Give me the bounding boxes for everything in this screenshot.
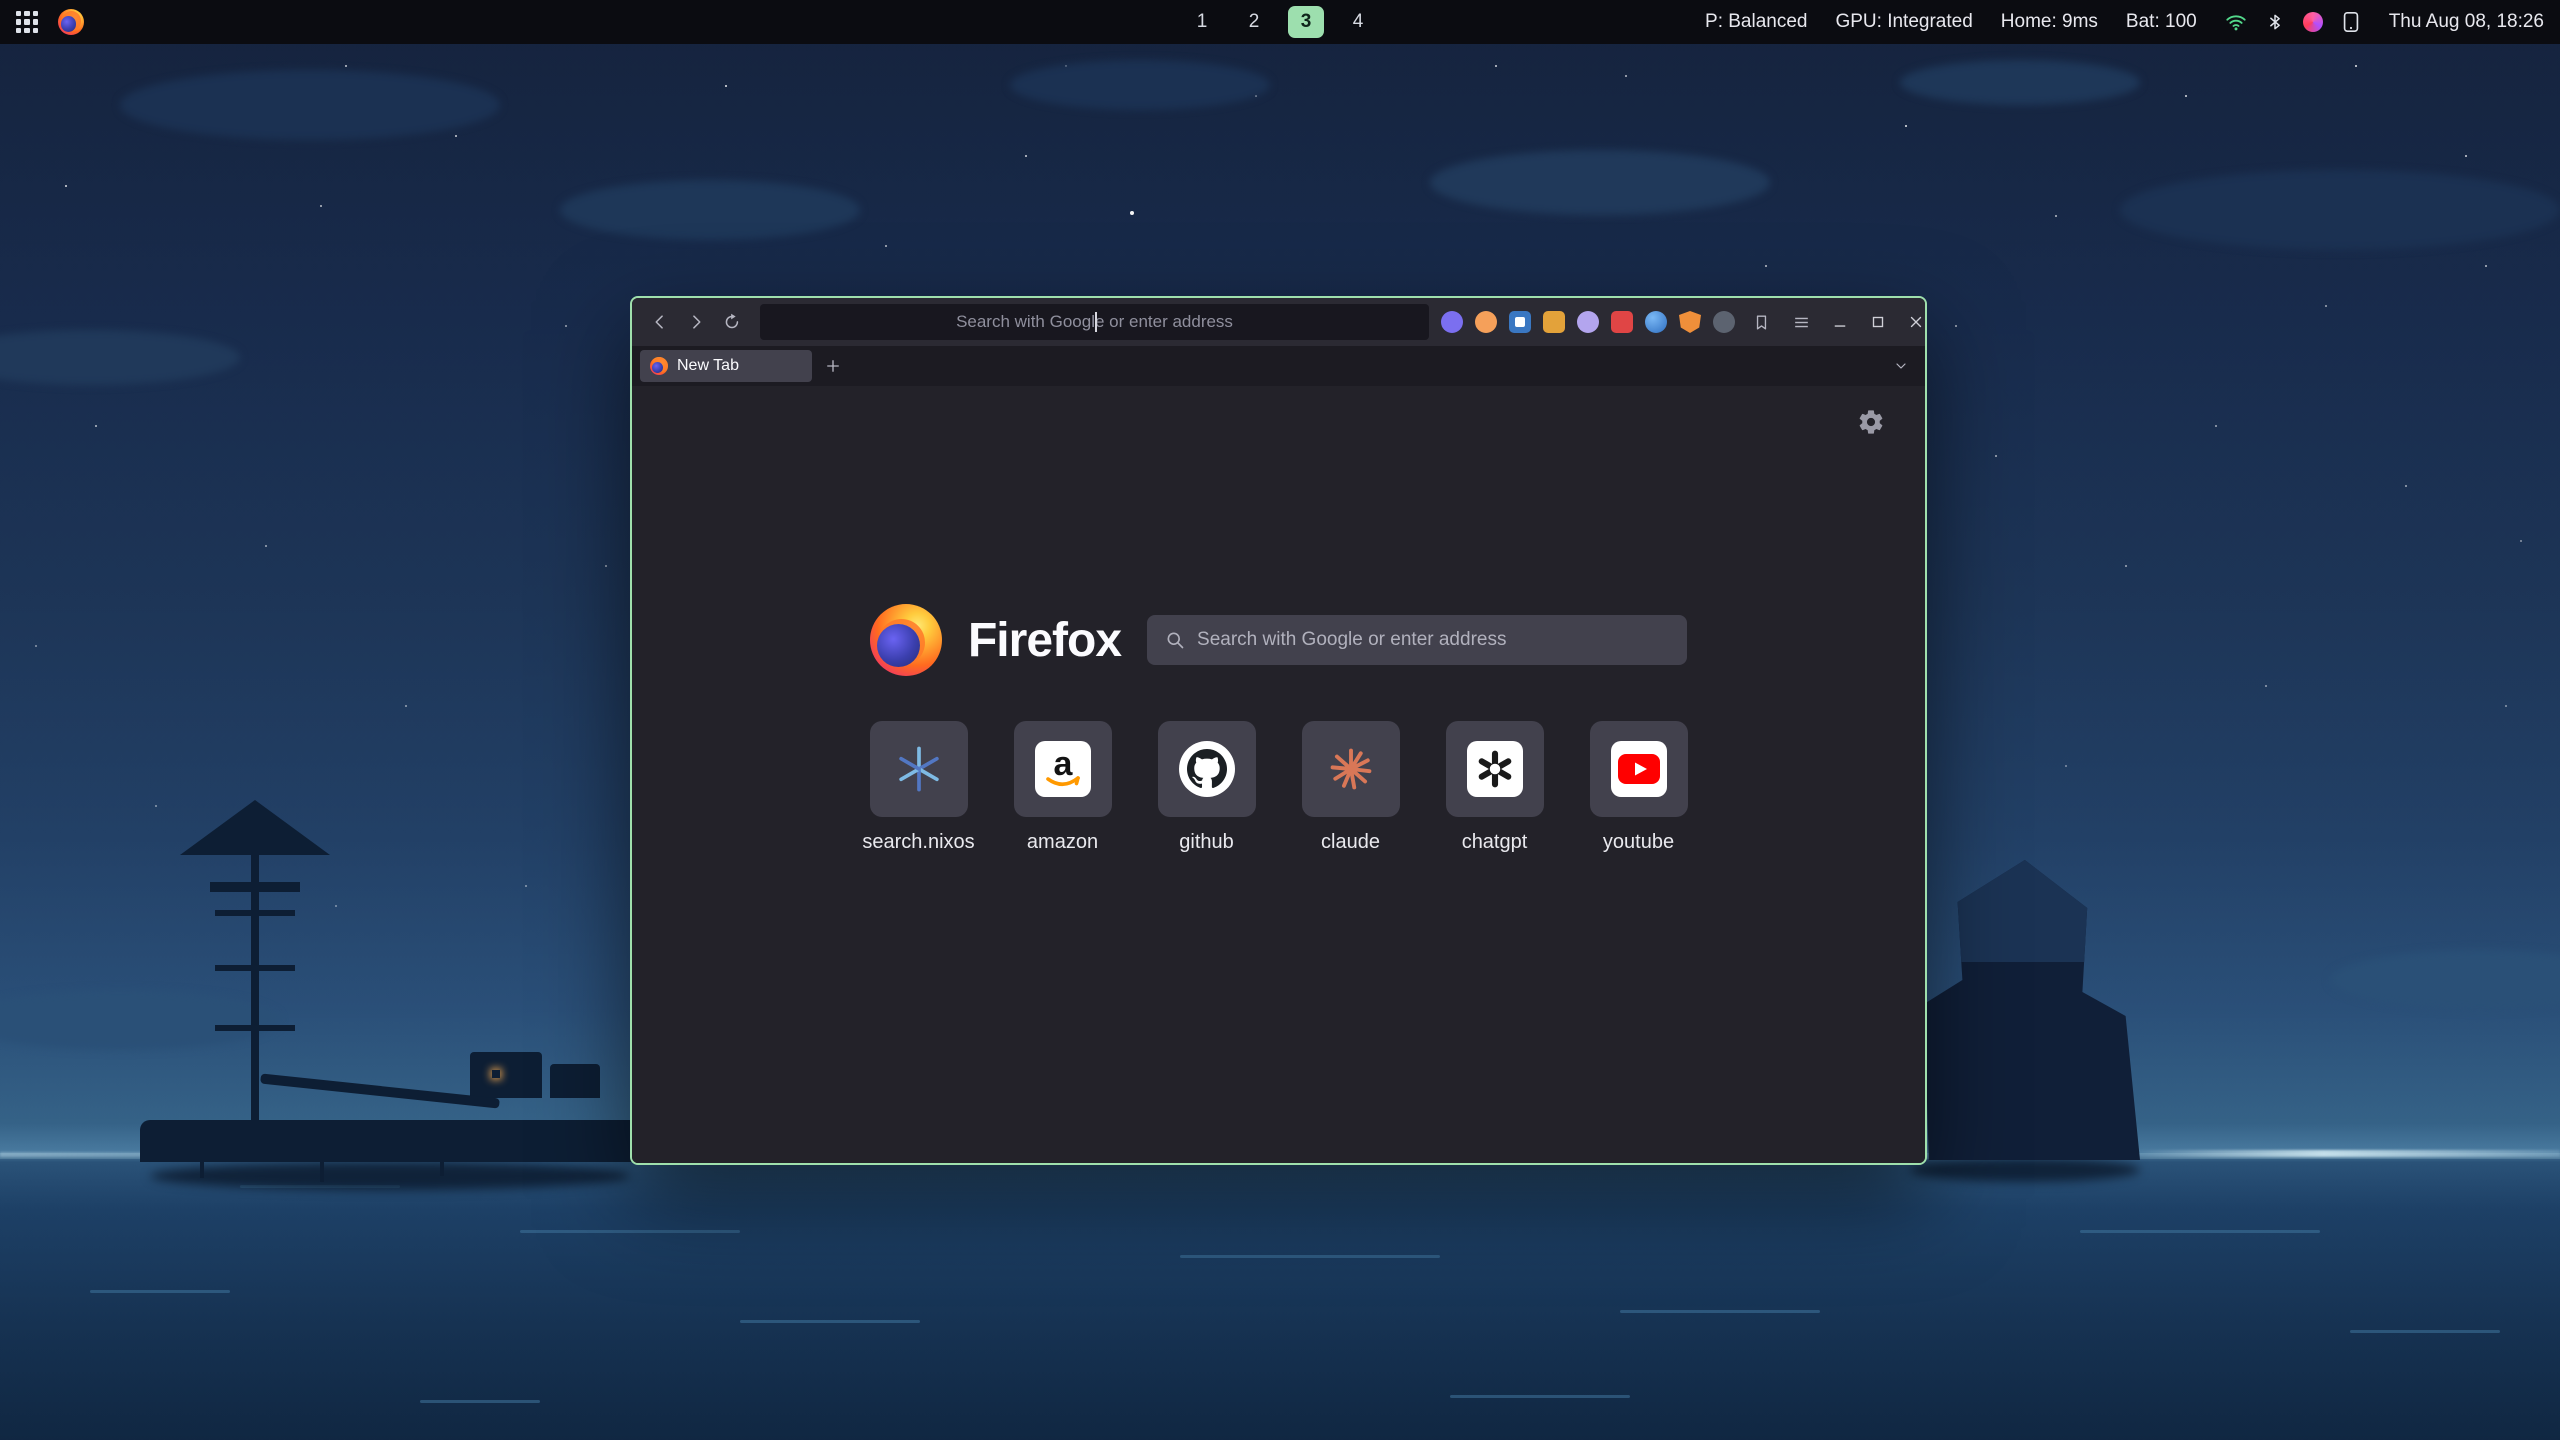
shortcut-amazon[interactable]: a amazon [1014,721,1112,854]
shortcut-label: amazon [1027,831,1098,854]
battery-status: Bat: 100 [2126,11,2197,33]
clock: Thu Aug 08, 18:26 [2389,11,2544,33]
firefox-wordmark: Firefox [968,613,1121,668]
tab-label: New Tab [677,357,739,375]
extensions-area [1441,308,1815,336]
claude-icon [1325,743,1377,795]
wallpaper-cloud [2330,950,2560,1010]
extension-icon-9[interactable] [1713,311,1735,333]
firefox-favicon [650,357,668,375]
tab-new-tab[interactable]: New Tab [640,350,812,382]
wallpaper-sea-streak [740,1320,920,1323]
tab-bar: New Tab [632,346,1925,386]
forward-icon[interactable] [680,306,712,338]
wallpaper-sea-streak [90,1290,230,1293]
wallpaper-cloud [1900,60,2140,105]
extension-icon-4[interactable] [1543,311,1565,333]
wallpaper-cloud [1010,60,1270,110]
list-all-tabs-icon[interactable] [1889,354,1913,378]
shortcut-github[interactable]: github [1158,721,1256,854]
close-icon[interactable] [1903,309,1927,335]
search-icon [1165,630,1185,650]
newtab-search-bar[interactable] [1147,615,1687,665]
wallpaper-sea-streak [420,1400,540,1403]
status-bar: 1 2 3 4 P: Balanced GPU: Integrated Home… [0,0,2560,44]
shortcut-label: youtube [1603,831,1674,854]
extension-icon-6[interactable] [1611,311,1633,333]
save-page-icon[interactable] [1747,308,1775,336]
wallpaper-sea-streak [1450,1395,1630,1398]
power-profile-status: P: Balanced [1705,11,1807,33]
wallpaper-sea-streak [2080,1230,2320,1233]
shortcut-tiles: search.nixos a amazon [632,721,1925,854]
minimize-icon[interactable] [1827,309,1853,335]
wallpaper-sea-streak [1620,1310,1820,1313]
maximize-icon[interactable] [1865,309,1891,335]
app-launcher-icon[interactable] [16,11,38,33]
shortcut-chatgpt[interactable]: chatgpt [1446,721,1544,854]
newtab-hero: Firefox [632,604,1925,676]
navigation-toolbar [632,298,1925,346]
shortcut-label: github [1179,831,1234,854]
gpu-status: GPU: Integrated [1835,11,1972,33]
wifi-icon[interactable] [2225,11,2247,33]
personalize-gear-icon[interactable] [1857,408,1885,436]
firefox-window: New Tab Firefox [630,296,1927,1165]
extension-icon-7[interactable] [1645,311,1667,333]
new-tab-button[interactable] [818,351,848,381]
workspace-1[interactable]: 1 [1184,6,1220,38]
window-controls [1827,309,1927,335]
network-latency-status: Home: 9ms [2001,11,2098,33]
wallpaper-island-rock [1900,860,2140,1160]
wallpaper-cloud [120,70,500,140]
shortcut-youtube[interactable]: youtube [1590,721,1688,854]
nixos-snowflake-icon [893,743,945,795]
svg-text:a: a [1053,745,1073,783]
system-tray [2225,11,2361,33]
firefox-launcher-icon[interactable] [58,9,84,35]
newtab-search-input[interactable] [1197,629,1669,651]
url-bar[interactable] [760,304,1429,340]
color-profile-icon[interactable] [2303,12,2323,32]
wallpaper-horizon-glow [2130,1150,2560,1157]
extension-icon-3[interactable] [1509,311,1531,333]
workspace-switcher: 1 2 3 4 [1184,6,1376,38]
tablet-device-icon[interactable] [2341,11,2361,33]
wallpaper-cloud [0,330,240,385]
extension-icon-5[interactable] [1577,311,1599,333]
wallpaper-cloud [560,180,860,240]
wallpaper-cloud [1430,150,1770,215]
shortcut-search-nixos[interactable]: search.nixos [870,721,968,854]
workspace-4[interactable]: 4 [1340,6,1376,38]
shortcut-claude[interactable]: claude [1302,721,1400,854]
amazon-icon: a [1035,741,1091,797]
wallpaper-sea-streak [2350,1330,2500,1333]
chatgpt-icon [1467,741,1523,797]
reload-icon[interactable] [716,306,748,338]
firefox-logo [870,604,942,676]
shortcut-label: chatgpt [1462,831,1528,854]
extension-icon-8[interactable] [1679,311,1701,333]
workspace-2[interactable]: 2 [1236,6,1272,38]
wallpaper-sea-streak [520,1230,740,1233]
shortcut-label: search.nixos [862,831,974,854]
workspace-3-active[interactable]: 3 [1288,6,1324,38]
text-caret [1095,312,1097,332]
menu-icon[interactable] [1787,308,1815,336]
wallpaper-island-tower [140,790,660,1170]
github-icon [1179,741,1235,797]
extension-icon-1[interactable] [1441,311,1463,333]
youtube-icon [1611,741,1667,797]
bluetooth-icon[interactable] [2265,12,2285,32]
shortcut-label: claude [1321,831,1380,854]
wallpaper-island-reflection [1910,1158,2140,1182]
back-icon[interactable] [644,306,676,338]
new-tab-page: Firefox [632,386,1925,1163]
extension-icon-2[interactable] [1475,311,1497,333]
wallpaper-cloud [2120,170,2560,250]
wallpaper-sea-streak [1180,1255,1440,1258]
